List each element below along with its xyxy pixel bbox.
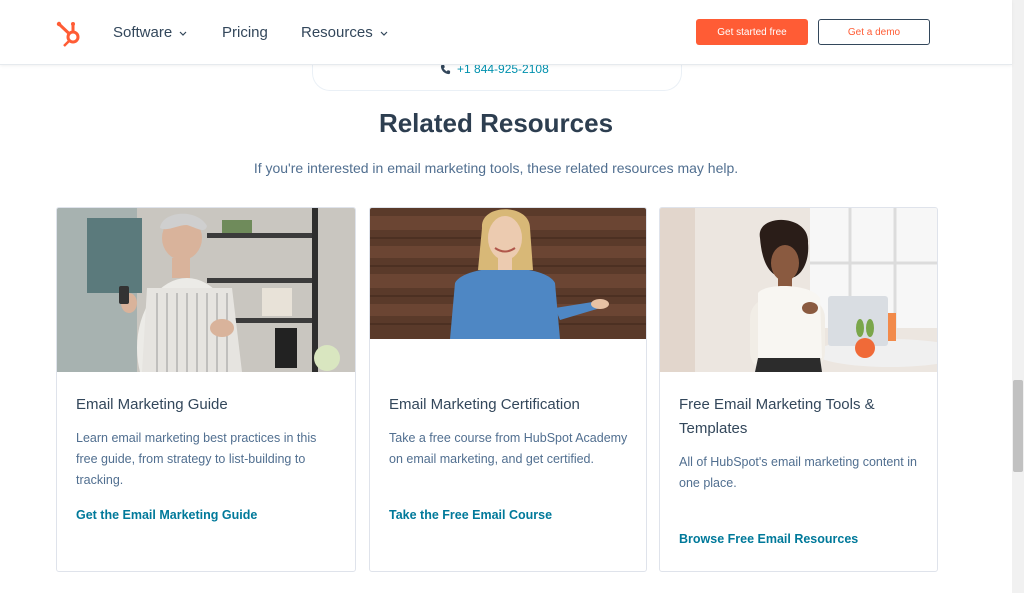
card-description: Take a free course from HubSpot Academy … (389, 431, 628, 466)
card-description: All of HubSpot's email marketing content… (679, 455, 917, 490)
card-title: Email Marketing Certification (389, 396, 580, 413)
chevron-down-icon (179, 31, 187, 36)
scrollbar-thumb[interactable] (1013, 380, 1023, 472)
section-subtitle: If you're interested in email marketing … (253, 160, 739, 176)
chevron-down-icon (380, 31, 388, 36)
nav-resources[interactable]: Resources (301, 24, 389, 41)
nav-software[interactable]: Software (113, 24, 188, 41)
card-title: Email Marketing Guide (76, 396, 228, 413)
nav-pricing-label: Pricing (222, 24, 268, 41)
phone-icon (440, 64, 451, 74)
browse-free-email-resources-link[interactable]: Browse Free Email Resources (679, 532, 858, 546)
scrollbar-track[interactable] (1012, 0, 1024, 593)
resource-card-certification: Email Marketing Certification Take a fre… (369, 207, 647, 572)
woman-with-phone-photo (57, 208, 355, 372)
top-navigation: Software Pricing Resources Get started f… (0, 0, 1012, 65)
take-free-email-course-link[interactable]: Take the Free Email Course (389, 508, 552, 522)
get-a-demo-button[interactable]: Get a demo (818, 19, 930, 45)
nav-resources-label: Resources (301, 24, 373, 41)
nav-pricing[interactable]: Pricing (222, 24, 268, 41)
woman-with-laptop-photo (660, 208, 937, 372)
section-title: Related Resources (378, 108, 614, 138)
get-email-marketing-guide-link[interactable]: Get the Email Marketing Guide (76, 508, 257, 522)
hubspot-logo-icon[interactable] (54, 18, 84, 48)
nav-software-label: Software (113, 24, 173, 41)
instructor-photo (370, 208, 646, 339)
card-title: Free Email Marketing Tools & Templates (679, 396, 875, 437)
resource-card-guide: Email Marketing Guide Learn email market… (56, 207, 356, 572)
card-description: Learn email marketing best practices in … (76, 431, 317, 487)
resource-card-tools: Free Email Marketing Tools & Templates A… (659, 207, 938, 572)
get-started-free-button[interactable]: Get started free (696, 19, 808, 45)
